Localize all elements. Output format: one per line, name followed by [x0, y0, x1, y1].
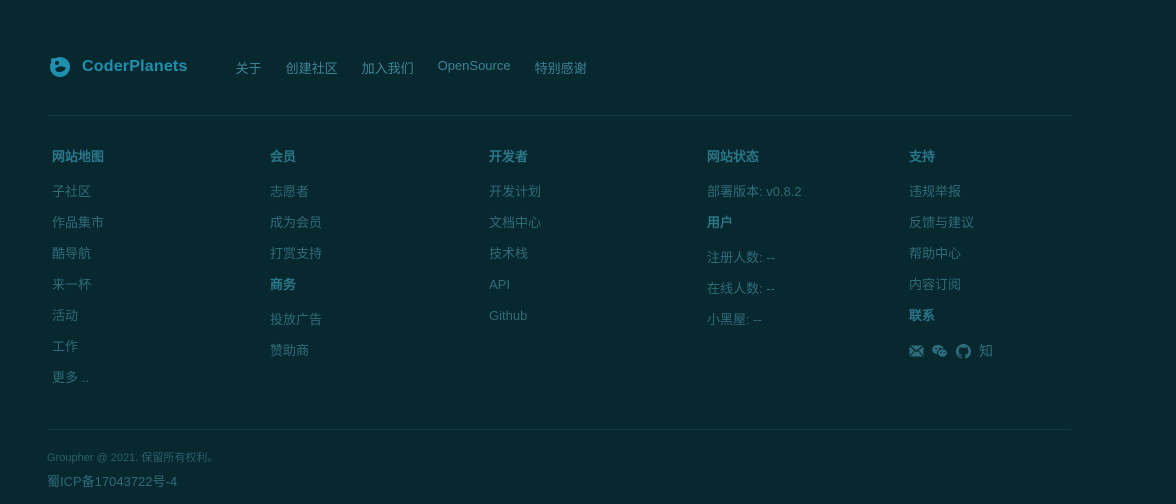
business-link-sponsors[interactable]: 赞助商 [270, 342, 322, 360]
business-title: 商务 [270, 277, 297, 292]
top-nav-about[interactable]: 关于 [236, 58, 262, 77]
site-map-link-communities[interactable]: 子社区 [52, 183, 104, 201]
github-icon[interactable] [956, 343, 971, 359]
copyright-text: Groupher @ 2021. 保留所有权利。 [47, 452, 219, 464]
site-map-link-works[interactable]: 作品集市 [52, 214, 104, 232]
support-link-subscribe[interactable]: 内容订阅 [909, 276, 993, 294]
wechat-icon[interactable] [932, 344, 948, 358]
support-link-feedback[interactable]: 反馈与建议 [909, 214, 993, 232]
developer-link-roadmap[interactable]: 开发计划 [489, 183, 541, 201]
brand-link[interactable]: CoderPlanets [48, 55, 188, 79]
site-map-title: 网站地图 [52, 149, 105, 164]
site-status-title: 网站状态 [707, 149, 760, 164]
support-link-help-center[interactable]: 帮助中心 [909, 245, 993, 263]
member-title: 会员 [270, 149, 297, 164]
top-nav-create-community[interactable]: 创建社区 [286, 58, 338, 77]
online-count: 在线人数: -- [707, 281, 775, 296]
top-nav-thanks[interactable]: 特别感谢 [535, 58, 587, 77]
site-map-link-have-a-drink[interactable]: 来一杯 [52, 276, 104, 294]
support-link-report[interactable]: 违规举报 [909, 183, 993, 201]
footer-top-nav: 关于 创建社区 加入我们 OpenSource 特别感谢 [236, 58, 611, 77]
column-site-map: 网站地图 子社区 作品集市 酷导航 来一杯 活动 工作 更多 .. [52, 148, 104, 400]
site-map-link-jobs[interactable]: 工作 [52, 338, 104, 356]
contact-title: 联系 [909, 308, 936, 323]
member-link-become-member[interactable]: 成为会员 [270, 214, 322, 232]
users-title: 用户 [707, 215, 734, 230]
top-nav-opensource[interactable]: OpenSource [438, 58, 511, 77]
developer-link-tech-stack[interactable]: 技术栈 [489, 245, 541, 263]
member-link-volunteer[interactable]: 志愿者 [270, 183, 322, 201]
column-site-status: 网站状态 部署版本: v0.8.2 用户 注册人数: -- 在线人数: -- 小… [707, 148, 802, 342]
zhihu-icon[interactable]: 知 [979, 341, 993, 361]
developer-link-docs[interactable]: 文档中心 [489, 214, 541, 232]
developer-link-github[interactable]: Github [489, 307, 541, 325]
site-map-link-cool-guide[interactable]: 酷导航 [52, 245, 104, 263]
site-map-link-events[interactable]: 活动 [52, 307, 104, 325]
coderplanets-logo-icon [48, 55, 72, 79]
footer-topbar: CoderPlanets 关于 创建社区 加入我们 OpenSource 特别感… [48, 52, 611, 82]
dark-room-link[interactable]: 小黑屋: -- [707, 311, 802, 329]
column-support: 支持 违规举报 反馈与建议 帮助中心 内容订阅 联系 知 [909, 148, 993, 360]
icp-license-link[interactable]: 蜀ICP备17043722号-4 [47, 471, 177, 490]
footer-page: CoderPlanets 关于 创建社区 加入我们 OpenSource 特别感… [0, 0, 1176, 504]
brand-name: CoderPlanets [82, 58, 188, 75]
column-developer: 开发者 开发计划 文档中心 技术栈 API Github [489, 148, 541, 338]
support-title: 支持 [909, 149, 936, 164]
top-nav-join-us[interactable]: 加入我们 [362, 58, 414, 77]
mail-icon[interactable] [909, 345, 924, 357]
business-link-ads[interactable]: 投放广告 [270, 311, 322, 329]
member-link-donate[interactable]: 打赏支持 [270, 245, 322, 263]
site-map-link-more[interactable]: 更多 .. [52, 369, 104, 387]
top-divider [48, 115, 1071, 116]
developer-title: 开发者 [489, 149, 529, 164]
column-member: 会员 志愿者 成为会员 打赏支持 商务 投放广告 赞助商 [270, 148, 322, 373]
bottom-divider [48, 429, 1071, 430]
deploy-version: 部署版本: v0.8.2 [707, 184, 802, 199]
registered-count: 注册人数: -- [707, 250, 775, 265]
contact-icons: 知 [909, 342, 993, 360]
developer-link-api[interactable]: API [489, 276, 541, 294]
